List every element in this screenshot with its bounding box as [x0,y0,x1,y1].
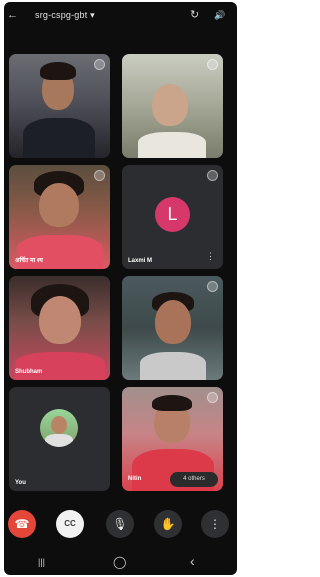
participant-face [39,183,79,227]
raise-hand-icon: ✋ [160,517,176,531]
switch-camera-icon[interactable]: ↻ [190,8,199,21]
participant-shirt [23,118,95,158]
meet-call-screen: ← srg-cspg-gbt ▾ ↻ 🔊 अर्चित मा श्य L Lax… [4,2,237,575]
participant-name: Nitin [128,476,142,482]
raise-hand-button[interactable]: ✋ [154,510,182,538]
speaker-icon[interactable]: 🔊 [214,10,225,21]
captions-button[interactable]: CC [56,510,84,538]
participant-tile-8[interactable]: Nitin 4 others [122,387,223,491]
participant-name: Laxmi M [128,258,153,264]
captions-icon: CC [64,519,76,528]
participant-shirt [15,352,105,380]
meeting-code-title[interactable]: srg-cspg-gbt ▾ [35,10,95,21]
participant-shirt [138,132,206,158]
avatar-face [51,416,67,434]
pin-icon[interactable] [207,59,218,70]
participant-tile-5[interactable]: Shubham [9,276,110,380]
pin-icon[interactable] [94,59,105,70]
pin-icon[interactable] [207,281,218,292]
nav-back-icon[interactable]: ‹ [190,553,195,569]
back-arrow-icon[interactable]: ← [7,9,18,21]
recents-icon[interactable]: ||| [38,557,45,567]
participant-name: You [15,480,26,486]
avatar-shirt [45,434,73,447]
participant-hair [40,62,76,80]
participant-face [39,296,81,344]
system-navigation-bar: ||| ◯ ‹ [4,550,237,575]
mic-icon: 🎙 [112,517,128,531]
participant-tile-6[interactable] [122,276,223,380]
call-controls: ☎ CC 🎙 ✋ ⋮ [4,507,237,543]
end-call-button[interactable]: ☎ [8,510,36,538]
participant-hair [152,395,192,411]
participant-name: Shubham [15,369,43,375]
more-vert-icon[interactable]: ⋮ [206,252,215,261]
pin-icon[interactable] [207,170,218,181]
others-badge[interactable]: 4 others [170,472,218,487]
avatar: L [155,197,190,232]
participant-face [155,300,191,344]
participant-face [152,84,188,126]
participant-tile-self[interactable]: You [9,387,110,491]
participant-tile-1[interactable] [9,54,110,158]
more-options-button[interactable]: ⋮ [201,510,229,538]
avatar [40,409,78,447]
participant-tile-2[interactable] [122,54,223,158]
participant-name: अर्चित मा श्य [15,258,43,264]
mic-button[interactable]: 🎙 [106,510,134,538]
phone-hangup-icon: ☎ [14,517,30,531]
home-icon[interactable]: ◯ [113,555,126,569]
top-bar: ← srg-cspg-gbt ▾ ↻ 🔊 [4,2,237,30]
more-vert-icon: ⋮ [209,517,221,531]
participant-tile-3[interactable]: अर्चित मा श्य [9,165,110,269]
participant-tile-4[interactable]: L Laxmi M ⋮ [122,165,223,269]
pin-icon[interactable] [207,392,218,403]
participant-shirt [140,352,206,380]
pin-icon[interactable] [94,170,105,181]
chevron-down-icon: ▾ [90,10,95,20]
